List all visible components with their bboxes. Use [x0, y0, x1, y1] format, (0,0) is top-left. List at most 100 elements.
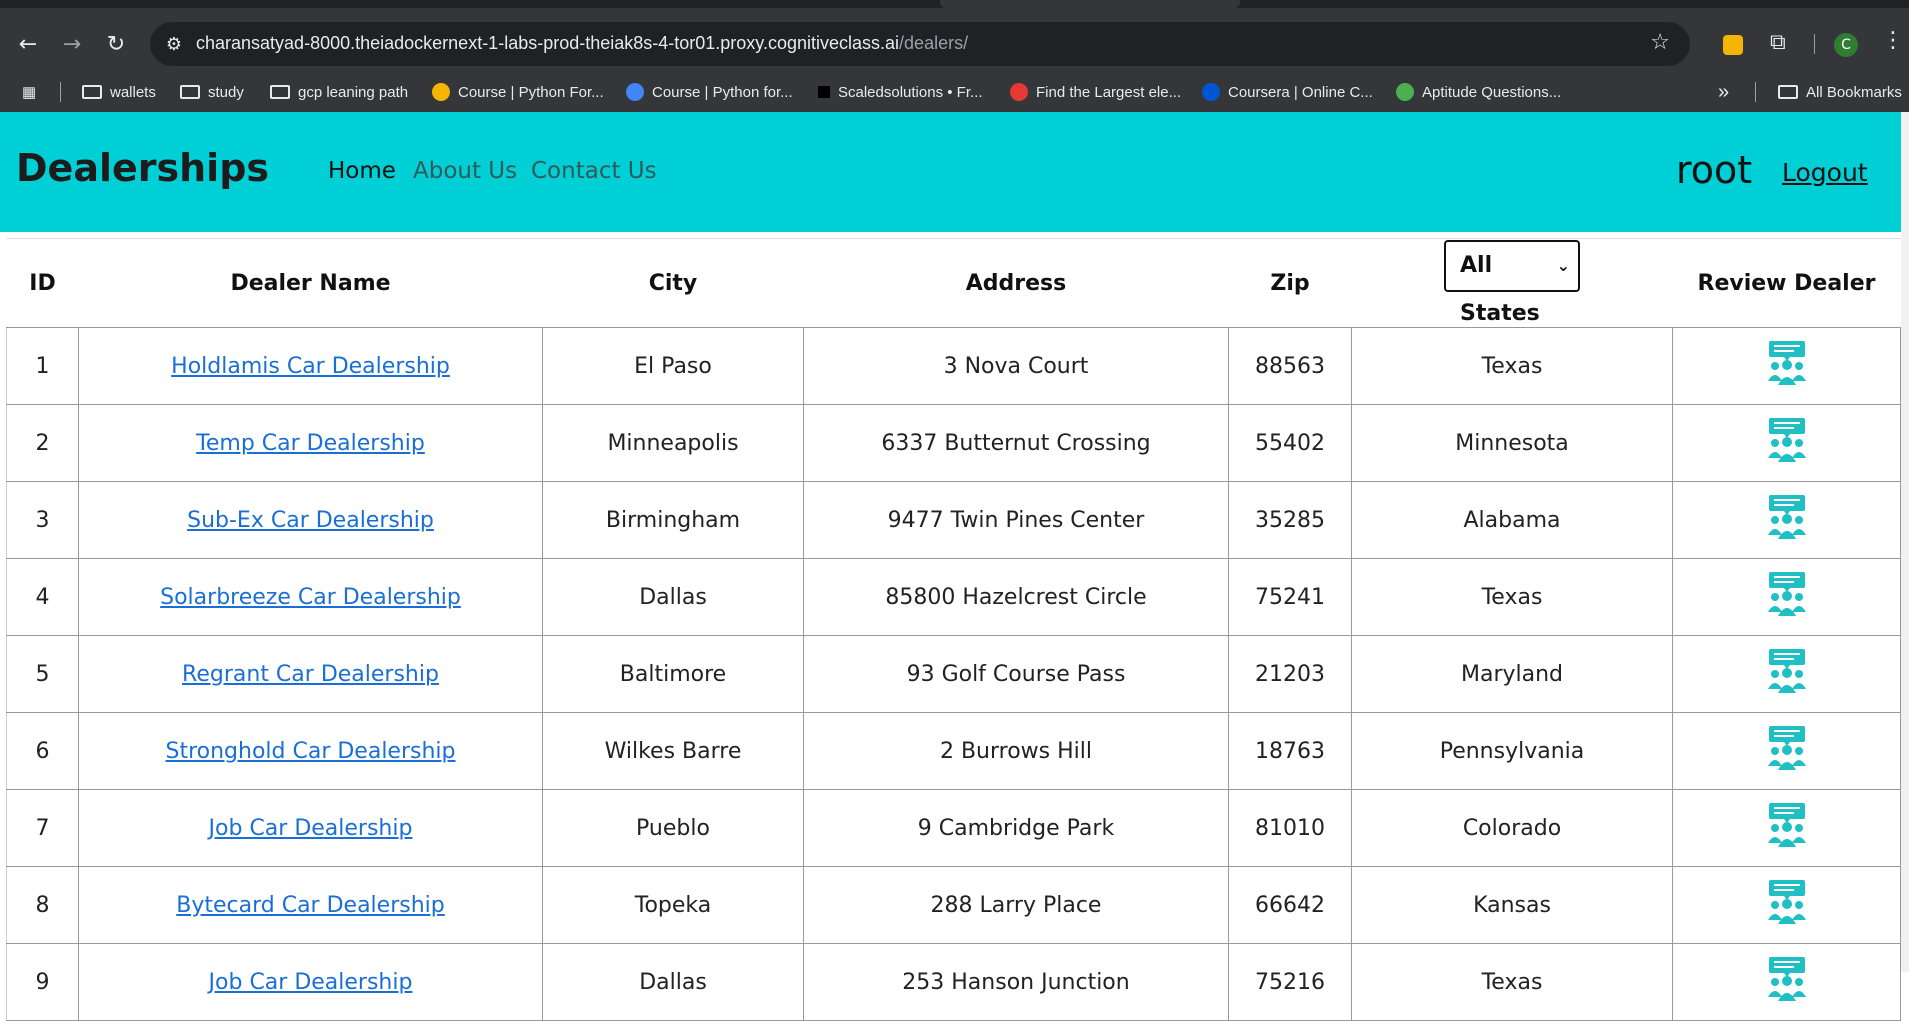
- state-filter-value: All States: [1460, 253, 1540, 326]
- active-tab[interactable]: [940, 0, 1240, 8]
- dealer-link[interactable]: Job Car Dealership: [209, 816, 413, 841]
- extension-icon[interactable]: [1723, 35, 1743, 55]
- cell-state: Colorado: [1351, 789, 1673, 867]
- dealer-link[interactable]: Job Car Dealership: [209, 970, 413, 995]
- bookmark-star-icon[interactable]: ☆: [1650, 30, 1670, 55]
- profile-avatar[interactable]: C: [1834, 33, 1858, 57]
- bookmark-course-python-2[interactable]: Course | Python for...: [626, 80, 793, 104]
- cell-review: [1672, 635, 1901, 713]
- bookmark-aptitude[interactable]: Aptitude Questions...: [1396, 80, 1561, 104]
- cell-zip: 66642: [1228, 866, 1352, 944]
- bookmark-label: Aptitude Questions...: [1422, 83, 1562, 101]
- cell-address: 9477 Twin Pines Center: [803, 481, 1229, 559]
- cell-review: [1672, 789, 1901, 867]
- favicon-icon: [432, 83, 450, 101]
- table-row: 3 Sub-Ex Car Dealership Birmingham 9477 Twi…: [6, 481, 1901, 559]
- cell-id: 9: [6, 943, 79, 1021]
- forward-icon[interactable]: →: [56, 28, 88, 60]
- review-dealer-icon[interactable]: [1766, 572, 1808, 616]
- cell-review: [1672, 558, 1901, 636]
- cell-zip: 75216: [1228, 943, 1352, 1021]
- cell-zip: 18763: [1228, 712, 1352, 790]
- nav-home[interactable]: Home: [328, 158, 396, 184]
- dealer-link[interactable]: Stronghold Car Dealership: [165, 739, 455, 764]
- favicon-icon: [626, 83, 644, 101]
- folder-icon: [1778, 85, 1798, 99]
- more-bookmarks-icon[interactable]: »: [1718, 80, 1729, 104]
- review-dealer-icon[interactable]: [1766, 957, 1808, 1001]
- site-info-icon[interactable]: ⚙: [162, 32, 186, 56]
- state-filter-select[interactable]: All States ⌄: [1444, 240, 1580, 326]
- review-dealer-icon[interactable]: [1766, 418, 1808, 462]
- bookmark-label: study: [208, 83, 244, 101]
- dealer-link[interactable]: Solarbreeze Car Dealership: [160, 585, 461, 610]
- cell-address: 3 Nova Court: [803, 327, 1229, 405]
- bookmark-folder-study[interactable]: study: [180, 80, 244, 104]
- bookmark-folder-gcp[interactable]: gcp leaning path: [270, 80, 408, 104]
- brand-title[interactable]: Dealerships: [16, 146, 269, 190]
- table-row: 6 Stronghold Car Dealership Wilkes Barre 2 …: [6, 712, 1901, 790]
- favicon-icon: [1396, 83, 1414, 101]
- favicon-icon: [1010, 83, 1028, 101]
- cell-address: 253 Hanson Junction: [803, 943, 1229, 1021]
- cell-review: [1672, 943, 1901, 1021]
- review-dealer-icon[interactable]: [1766, 803, 1808, 847]
- dealer-link[interactable]: Holdlamis Car Dealership: [171, 354, 450, 379]
- cell-address: 9 Cambridge Park: [803, 789, 1229, 867]
- cell-id: 2: [6, 404, 79, 482]
- review-dealer-icon[interactable]: [1766, 495, 1808, 539]
- bookmark-course-python-1[interactable]: Course | Python For...: [432, 80, 604, 104]
- dealer-link[interactable]: Temp Car Dealership: [196, 431, 425, 456]
- cell-state: Maryland: [1351, 635, 1673, 713]
- review-dealer-icon[interactable]: [1766, 341, 1808, 385]
- header-zip: Zip: [1228, 238, 1352, 328]
- cell-id: 7: [6, 789, 79, 867]
- folder-icon: [180, 85, 200, 99]
- review-dealer-icon[interactable]: [1766, 726, 1808, 770]
- cell-state: Texas: [1351, 558, 1673, 636]
- bookmark-coursera[interactable]: Coursera | Online C...: [1202, 80, 1373, 104]
- dealer-link[interactable]: Sub-Ex Car Dealership: [187, 508, 434, 533]
- bookmark-label: Course | Python for...: [652, 83, 793, 101]
- url-text[interactable]: charansatyad-8000.theiadockernext-1-labs…: [196, 33, 968, 54]
- cell-city: Dallas: [542, 558, 804, 636]
- review-dealer-icon[interactable]: [1766, 649, 1808, 693]
- reload-icon[interactable]: ↻: [100, 28, 132, 60]
- apps-grid-icon[interactable]: ▦: [22, 80, 36, 104]
- address-bar[interactable]: ⚙ charansatyad-8000.theiadockernext-1-la…: [150, 22, 1690, 66]
- table-row: 7 Job Car Dealership Pueblo 9 Cambridge Par…: [6, 789, 1901, 867]
- menu-kebab-icon[interactable]: ⋮: [1882, 28, 1904, 54]
- page-scrollbar[interactable]: [1901, 112, 1909, 972]
- back-icon[interactable]: ←: [12, 28, 44, 60]
- cell-dealer-name: Solarbreeze Car Dealership: [78, 558, 543, 636]
- table-row: 4 Solarbreeze Car Dealership Dallas 85800 H…: [6, 558, 1901, 636]
- extensions-puzzle-icon[interactable]: ⧉: [1770, 30, 1796, 56]
- header-id: ID: [6, 238, 79, 328]
- bookmark-scaledsolutions[interactable]: Scaledsolutions • Fr...: [818, 80, 983, 104]
- table-header-row: ID Dealer Name City Address Zip All Stat…: [6, 238, 1901, 328]
- cell-state: Alabama: [1351, 481, 1673, 559]
- dealer-link[interactable]: Bytecard Car Dealership: [176, 893, 444, 918]
- cell-city: Dallas: [542, 943, 804, 1021]
- nav-contact-us[interactable]: Contact Us: [531, 158, 657, 184]
- bookmark-label: All Bookmarks: [1806, 83, 1902, 101]
- bookmarks-divider: [1755, 82, 1756, 102]
- nav-about-us[interactable]: About Us: [413, 158, 517, 184]
- cell-city: Birmingham: [542, 481, 804, 559]
- all-bookmarks[interactable]: All Bookmarks: [1778, 80, 1902, 104]
- chevron-down-icon: ⌄: [1556, 256, 1570, 275]
- cell-dealer-name: Job Car Dealership: [78, 943, 543, 1021]
- folder-icon: [270, 85, 290, 99]
- review-dealer-icon[interactable]: [1766, 880, 1808, 924]
- bookmark-largest-element[interactable]: Find the Largest ele...: [1010, 80, 1181, 104]
- bookmark-folder-wallets[interactable]: wallets: [82, 80, 156, 104]
- favicon-icon: [1202, 83, 1220, 101]
- header-dealer-name: Dealer Name: [78, 238, 543, 328]
- cell-city: Topeka: [542, 866, 804, 944]
- logout-link[interactable]: Logout: [1782, 158, 1868, 187]
- header-state-filter-cell: All States ⌄: [1351, 238, 1673, 328]
- table-row: 1 Holdlamis Car Dealership El Paso 3 Nova C…: [6, 327, 1901, 405]
- dealer-link[interactable]: Regrant Car Dealership: [182, 662, 439, 687]
- cell-city: El Paso: [542, 327, 804, 405]
- cell-city: Wilkes Barre: [542, 712, 804, 790]
